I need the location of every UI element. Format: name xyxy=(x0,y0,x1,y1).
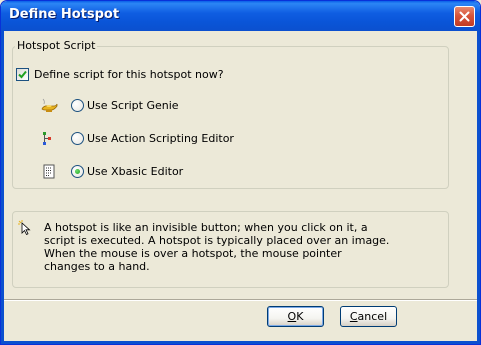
separator-highlight xyxy=(4,300,477,301)
radio-script-genie[interactable] xyxy=(71,99,84,112)
window-border-right xyxy=(477,31,480,344)
radio-xbasic-editor[interactable] xyxy=(71,165,84,178)
option-label-action-scripting[interactable]: Use Action Scripting Editor xyxy=(87,132,234,145)
define-script-checkbox[interactable] xyxy=(16,68,29,81)
cancel-label-rest: ancel xyxy=(357,310,388,323)
window-border-left xyxy=(1,31,4,344)
info-line: A hotspot is like an invisible button; w… xyxy=(44,221,368,234)
window-border-bottom xyxy=(1,341,480,344)
ok-mnemonic: O xyxy=(287,310,297,323)
checkmark-icon xyxy=(18,70,27,79)
cancel-button[interactable]: Cancel xyxy=(340,306,397,327)
info-line: script is executed. A hotspot is typical… xyxy=(44,234,390,247)
option-label-xbasic-editor[interactable]: Use Xbasic Editor xyxy=(87,165,183,178)
title-bar[interactable]: Define Hotspot xyxy=(1,1,480,31)
ok-label-rest: K xyxy=(296,310,304,323)
pointer-hint-icon xyxy=(18,220,32,236)
action-scripting-icon xyxy=(40,130,58,148)
cancel-mnemonic: C xyxy=(349,310,358,323)
define-script-label[interactable]: Define script for this hotspot now? xyxy=(34,68,224,81)
info-line: changes to a hand. xyxy=(44,260,150,273)
info-text: A hotspot is like an invisible button; w… xyxy=(44,221,439,273)
info-line: When the mouse is over a hotspot, the mo… xyxy=(44,247,342,260)
genie-lamp-icon xyxy=(40,97,58,115)
radio-action-scripting[interactable] xyxy=(71,132,84,145)
close-button[interactable] xyxy=(454,6,475,27)
option-label-script-genie[interactable]: Use Script Genie xyxy=(87,99,179,112)
ok-button[interactable]: OK xyxy=(267,306,324,327)
radio-selected-dot xyxy=(75,169,80,174)
hotspot-script-legend: Hotspot Script xyxy=(15,39,98,52)
xbasic-editor-icon xyxy=(40,163,58,181)
define-hotspot-dialog: Define Hotspot Hotspot Script Define scr… xyxy=(0,0,481,345)
dialog-title: Define Hotspot xyxy=(9,7,120,22)
close-icon xyxy=(459,11,470,22)
